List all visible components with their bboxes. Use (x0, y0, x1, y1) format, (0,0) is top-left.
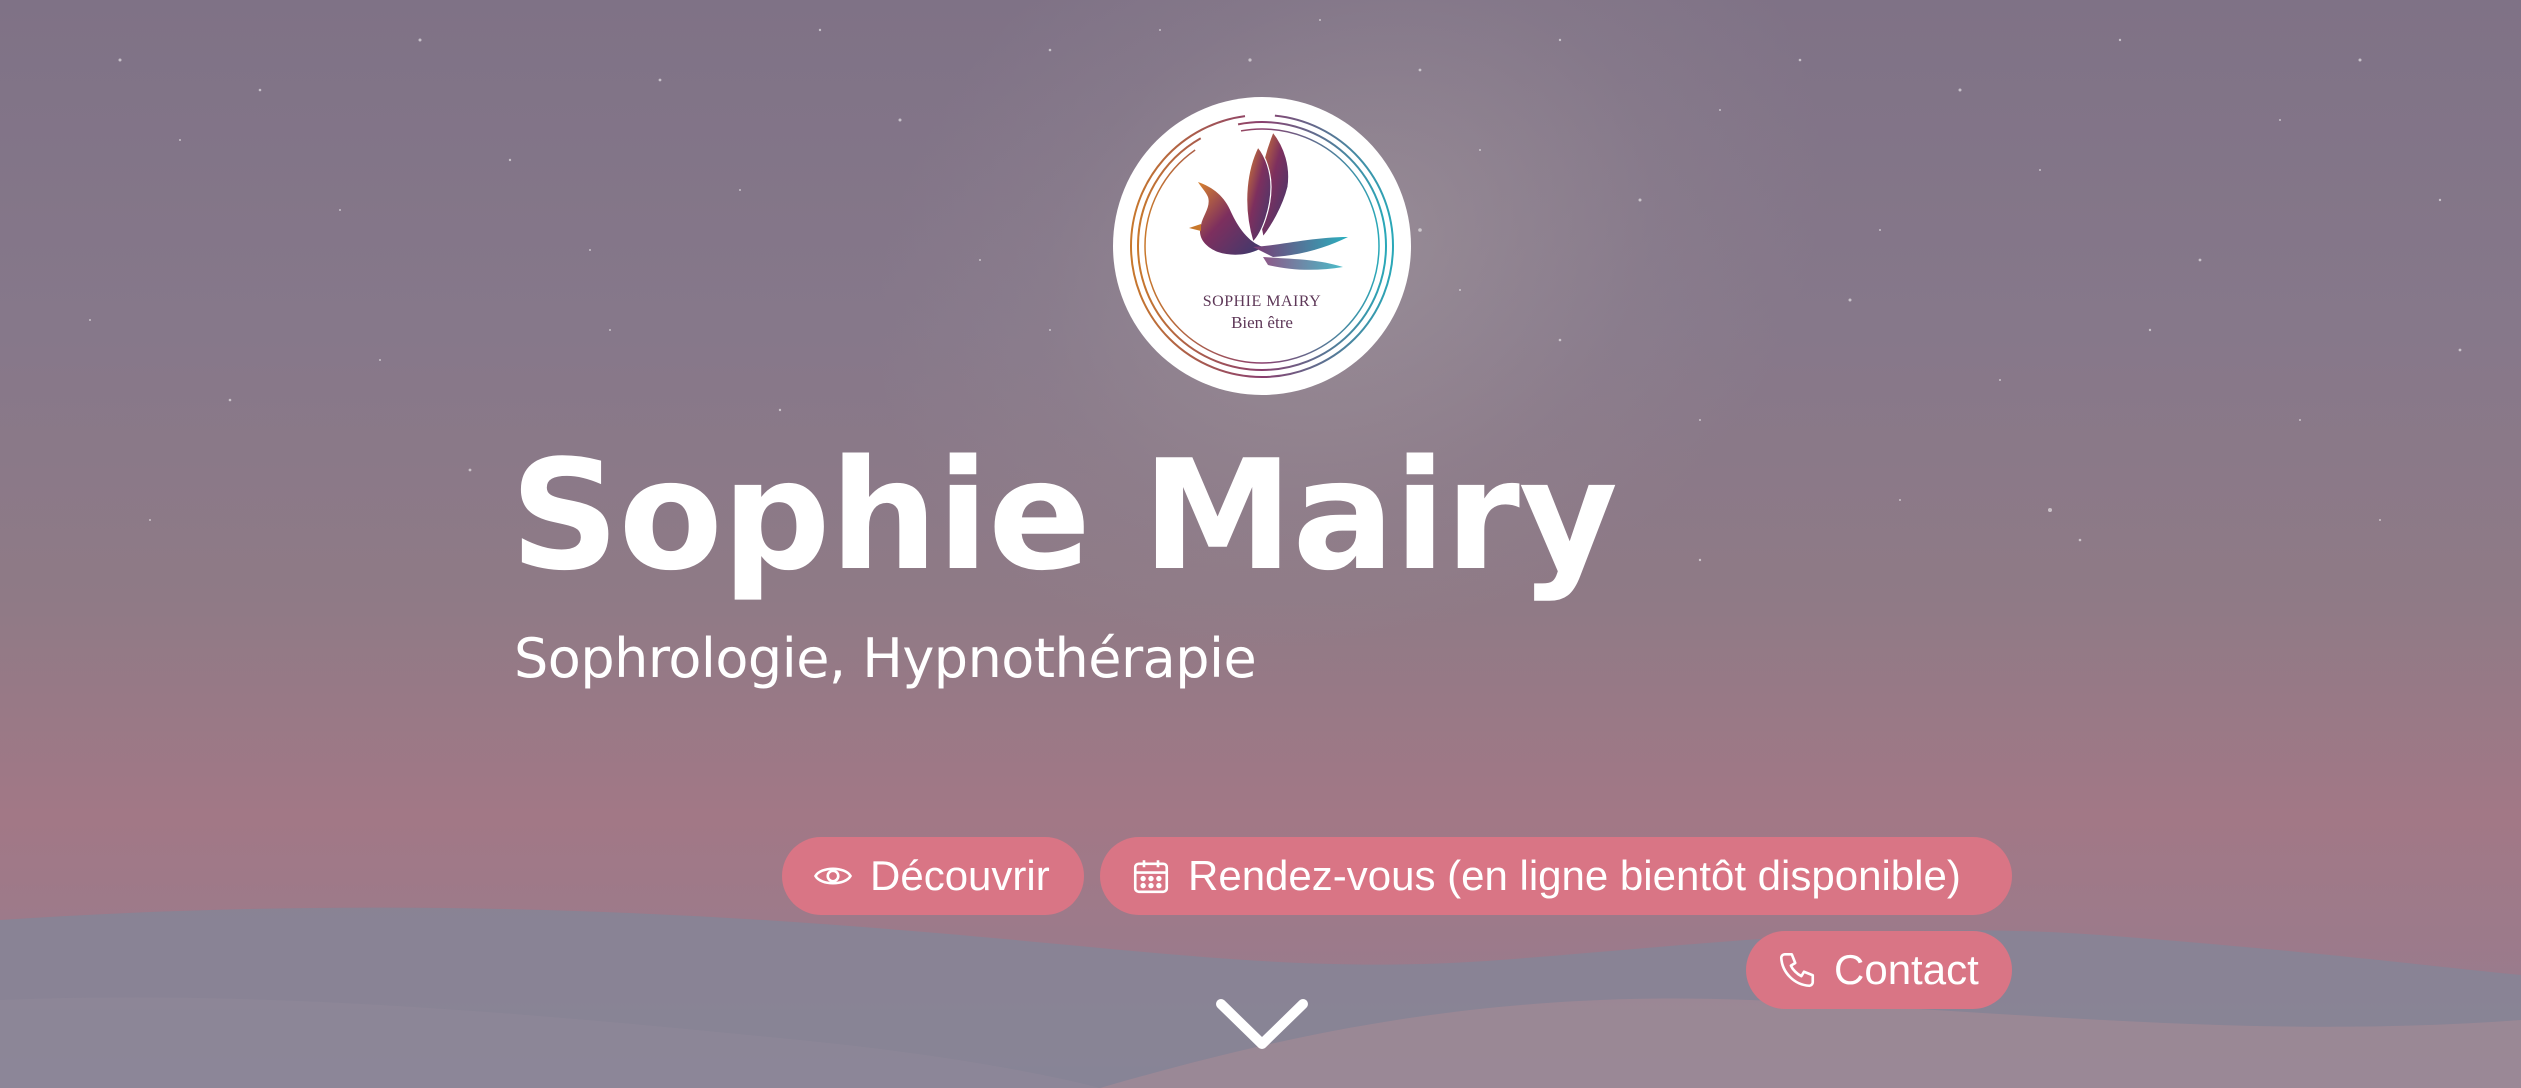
appointment-button[interactable]: Rendez-vous (en ligne bientôt disponible… (1100, 837, 2012, 915)
logo: SOPHIE MAIRY Bien être (1113, 97, 1411, 395)
discover-button[interactable]: Découvrir (782, 837, 1084, 915)
contact-button-label: Contact (1834, 946, 1979, 993)
chevron-down-icon (1216, 999, 1308, 1049)
page-title: Sophie Mairy (510, 427, 1618, 604)
bird-logo-icon (1130, 114, 1394, 378)
appointment-button-label: Rendez-vous (en ligne bientôt disponible… (1188, 852, 1961, 899)
eye-icon (812, 855, 854, 897)
logo-tagline-text: Bien être (1231, 313, 1293, 332)
scroll-down-chevron[interactable] (1213, 996, 1311, 1054)
logo-name-text: SOPHIE MAIRY (1202, 293, 1322, 310)
contact-button[interactable]: Contact (1746, 931, 2012, 1009)
discover-button-label: Découvrir (870, 852, 1050, 899)
page-subtitle: Sophrologie, Hypnothérapie (514, 627, 1257, 690)
hero-section: SOPHIE MAIRY Bien être Sophie Mairy Soph… (0, 0, 2521, 1088)
calendar-icon (1130, 855, 1172, 897)
phone-icon (1776, 949, 1818, 991)
